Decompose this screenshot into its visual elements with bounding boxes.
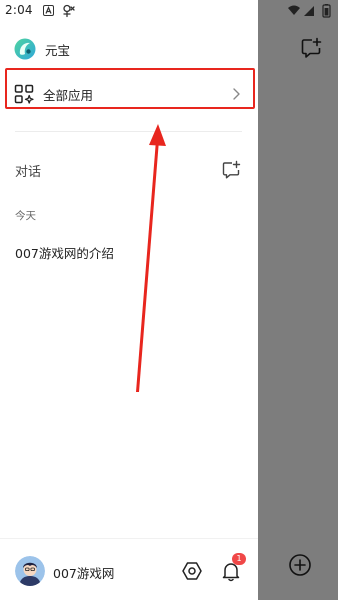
apps-grid-icon bbox=[14, 84, 34, 104]
user-bar: 007游戏网 1 bbox=[0, 538, 258, 600]
new-chat-icon[interactable] bbox=[221, 160, 241, 180]
all-apps-label: 全部应用 bbox=[43, 87, 94, 103]
divider bbox=[0, 538, 258, 539]
settings-icon[interactable] bbox=[181, 560, 203, 582]
signal-icon bbox=[304, 6, 314, 16]
status-time: 2:04 bbox=[5, 3, 33, 17]
wifi-icon bbox=[288, 5, 300, 15]
new-chat-icon[interactable] bbox=[300, 37, 322, 59]
conversations-section-title: 对话 bbox=[15, 165, 42, 180]
app-notification-icon bbox=[63, 4, 75, 18]
divider bbox=[15, 131, 242, 132]
notification-badge: 1 bbox=[232, 553, 246, 565]
conversation-item[interactable]: 007游戏网的介绍 bbox=[15, 243, 114, 262]
status-right-icons bbox=[288, 4, 331, 18]
app-screen: 2:04 元宝 全部应用 对话 今天 007游戏网的介绍 007游戏网 1 bbox=[0, 0, 338, 600]
all-apps-menu-item[interactable]: 全部应用 bbox=[14, 79, 244, 109]
side-drawer: 元宝 全部应用 对话 今天 007游戏网的介绍 007游戏网 1 bbox=[0, 0, 258, 600]
yuanbao-logo-icon bbox=[14, 38, 36, 60]
status-bar: 2:04 bbox=[0, 0, 338, 24]
brand-header[interactable]: 元宝 bbox=[14, 37, 70, 61]
add-circle-icon[interactable] bbox=[288, 553, 312, 577]
a-notification-icon bbox=[43, 5, 54, 16]
chevron-right-icon bbox=[233, 88, 240, 100]
date-group-header: 今天 bbox=[15, 210, 36, 222]
brand-name: 元宝 bbox=[45, 42, 71, 58]
user-name[interactable]: 007游戏网 bbox=[53, 563, 114, 582]
avatar[interactable] bbox=[15, 556, 45, 586]
